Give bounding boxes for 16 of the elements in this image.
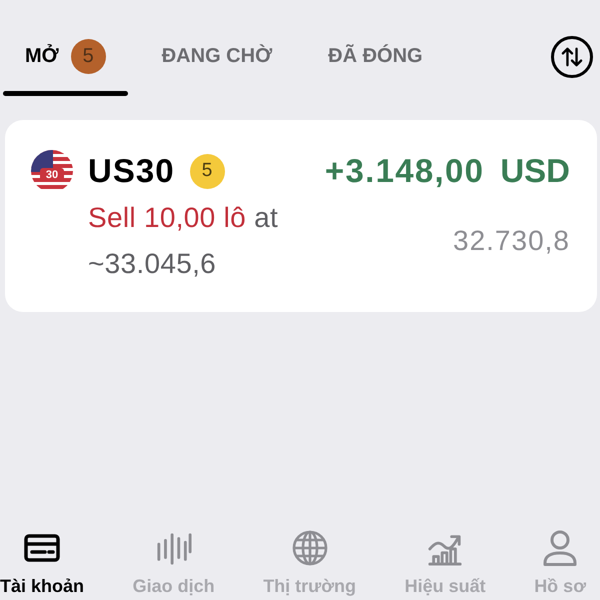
count-badge: 5: [70, 38, 106, 74]
order-description: Sell 10,00 lô at ~33.045,6: [88, 201, 280, 281]
currency-text: USD: [500, 152, 570, 190]
count-badge: 5: [190, 154, 225, 188]
tab[interactable]: ĐÃ ĐÓNG: [306, 20, 445, 96]
profit-amount: +3.148,00: [324, 152, 484, 190]
nav-tab[interactable]: Tài khoản: [0, 530, 84, 597]
tab[interactable]: MỞ 5: [3, 20, 128, 96]
globe-icon: [292, 530, 328, 566]
up-down-arrows-icon: [561, 47, 583, 67]
person-icon: [542, 530, 578, 566]
tab[interactable]: ĐANG CHỜ: [140, 20, 294, 96]
symbol-text: US30: [88, 152, 175, 190]
current-price: 32.730,8: [453, 225, 570, 257]
sort-button[interactable]: [551, 36, 593, 78]
position-card[interactable]: 30 US30 5 +3.148,00 USD Sell 10,00 lô at ~33.045,6 32.730,8: [5, 120, 597, 312]
